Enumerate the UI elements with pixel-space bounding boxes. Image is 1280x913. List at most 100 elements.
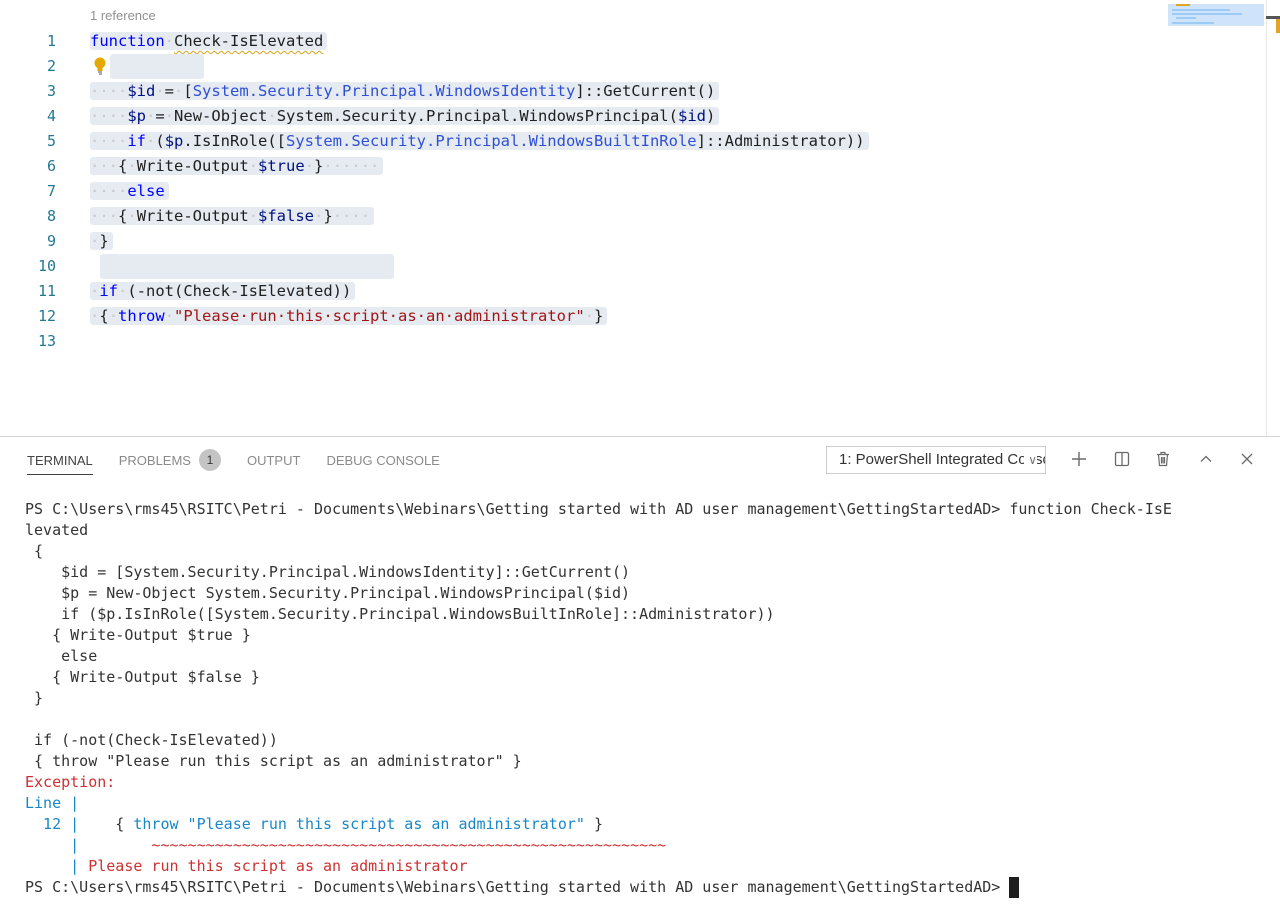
code-token: Write-Output (136, 207, 249, 225)
tab-label: DEBUG CONSOLE (326, 453, 440, 468)
selection-highlight: ····$p·=·New-Object·System.Security.Prin… (90, 107, 720, 125)
selection-highlight (110, 54, 204, 79)
problems-count-badge: 1 (198, 449, 221, 472)
code-editor[interactable]: 1 reference 1 function·Check-IsElevated 2 3… (0, 0, 1280, 436)
code-token: { (99, 307, 109, 325)
line-code: ····else (90, 179, 169, 204)
chevron-up-icon (1200, 455, 1212, 462)
terminal-segment: | (25, 836, 89, 854)
code-token: · (146, 107, 156, 125)
terminal-line: Exception: (25, 772, 1172, 793)
code-token: $p (164, 132, 184, 150)
terminal-select-value: 1: PowerShell Integrated Console (839, 451, 1046, 468)
line-number: 6 (46, 157, 56, 175)
minimap[interactable] (1168, 4, 1264, 26)
terminal-line: if (-not(Check-IsElevated)) (25, 730, 1172, 751)
codelens-references[interactable]: 1 reference (90, 8, 156, 23)
code-token: · (174, 82, 184, 100)
selection-highlight (100, 254, 394, 279)
selection-highlight: function·Check-IsElevated (90, 32, 328, 50)
selection-highlight: ·} (90, 232, 113, 250)
code-token: Write-Output (136, 157, 249, 175)
code-token: ···· (332, 207, 371, 225)
line-number: 9 (46, 232, 56, 250)
selection-highlight: ···{·Write-Output·$true·}······ (90, 157, 384, 175)
code-token: · (90, 307, 100, 325)
maximize-panel-button[interactable] (1192, 445, 1220, 473)
code-token: · (267, 107, 277, 125)
tab-output[interactable]: OUTPUT (247, 451, 300, 475)
code-token: · (164, 307, 175, 325)
tab-problems[interactable]: PROBLEMS 1 (118, 449, 221, 475)
split-terminal-button[interactable] (1108, 445, 1136, 473)
tab-debug-console[interactable]: DEBUG CONSOLE (326, 451, 439, 475)
code-token: ··· (90, 157, 118, 175)
terminal-line: { (25, 541, 1172, 562)
line-number: 11 (37, 282, 56, 300)
terminal-line: levated (25, 520, 1172, 541)
terminal-segment: throw "Please run this script as an admi… (133, 815, 585, 833)
split-icon (1114, 451, 1130, 467)
editor-scrollbar[interactable] (1266, 0, 1267, 436)
kill-terminal-button[interactable] (1149, 445, 1177, 473)
panel-tabs: TERMINAL PROBLEMS 1 OUTPUT DEBUG CONSOLE (27, 449, 440, 475)
terminal-segment: { (88, 815, 134, 833)
code-token: · (146, 132, 156, 150)
code-token: ( (155, 132, 165, 150)
terminal-text: { Write-Output $false } (25, 668, 260, 686)
line-code: ···{·Write-Output·$true·}······ (90, 154, 384, 179)
line-code: ·if·(-not(Check-IsElevated)) (90, 279, 356, 304)
code-token: } (594, 307, 604, 325)
terminal-output[interactable]: PS C:\Users\rms45\RSITC\Petri - Document… (25, 499, 1172, 898)
terminal-text: { (25, 542, 44, 560)
code-token: = (155, 107, 165, 125)
code-token: } (314, 157, 324, 175)
close-panel-button[interactable] (1233, 445, 1261, 473)
selection-highlight: ····$id·=·[System.Security.Principal.Win… (90, 82, 720, 100)
code-token: = (164, 82, 175, 100)
code-token: { (118, 157, 128, 175)
terminal-select-dropdown[interactable]: 1: PowerShell Integrated Console ∨ (826, 446, 1046, 474)
overview-ruler-warning (1276, 19, 1280, 33)
code-token: System.Security.Principal.WindowsPrincip… (276, 107, 678, 125)
terminal-line: 12 | { throw "Please run this script as … (25, 814, 1172, 835)
code-token: · (304, 157, 315, 175)
code-token: ···· (90, 182, 128, 200)
terminal-text: PS C:\Users\rms45\RSITC\Petri - Document… (25, 878, 1010, 896)
code-token: "Please·run·this·script·as·an·administra… (174, 307, 585, 325)
terminal-line: PS C:\Users\rms45\RSITC\Petri - Document… (25, 499, 1172, 520)
code-token: { (118, 207, 128, 225)
code-token: else (127, 182, 165, 200)
line-number: 7 (46, 182, 56, 200)
terminal-segment: | (25, 857, 89, 875)
tab-terminal[interactable]: TERMINAL (27, 451, 93, 475)
new-terminal-button[interactable] (1065, 445, 1093, 473)
minimap-line (1176, 17, 1196, 19)
bottom-panel: TERMINAL PROBLEMS 1 OUTPUT DEBUG CONSOLE … (0, 436, 1280, 913)
selection-highlight: ·{·throw·"Please·run·this·script·as·an·a… (90, 307, 608, 325)
code-token: $p (127, 107, 146, 125)
terminal-text: Line | (25, 794, 80, 812)
line-number: 2 (46, 57, 56, 75)
line-number: 8 (46, 207, 56, 225)
minimap-line (1172, 9, 1230, 11)
terminal-text: Exception: (25, 773, 116, 791)
line-code: ·{·throw·"Please·run·this·script·as·an·a… (90, 304, 608, 329)
code-token: · (127, 207, 137, 225)
code-token: function (90, 32, 165, 50)
line-number: 1 (46, 32, 56, 50)
terminal-text: if (-not(Check-IsElevated)) (25, 731, 278, 749)
terminal-segment: 12 | (25, 815, 89, 833)
terminal-text: if ($p.IsInRole([System.Security.Princip… (25, 605, 775, 623)
terminal-line: | ~~~~~~~~~~~~~~~~~~~~~~~~~~~~~~~~~~~~~~… (25, 835, 1172, 856)
chevron-down-icon: ∨ (1024, 447, 1037, 473)
plus-icon (1072, 452, 1086, 466)
code-token: · (314, 207, 324, 225)
line-code: ····if·($p.IsInRole([System.Security.Pri… (90, 129, 869, 154)
code-token: if (127, 132, 146, 150)
tab-label: PROBLEMS (118, 453, 191, 468)
code-token: ···· (90, 132, 128, 150)
minimap-line (1172, 22, 1214, 24)
terminal-line: else (25, 646, 1172, 667)
line-code: ····$p·=·New-Object·System.Security.Prin… (90, 104, 720, 129)
